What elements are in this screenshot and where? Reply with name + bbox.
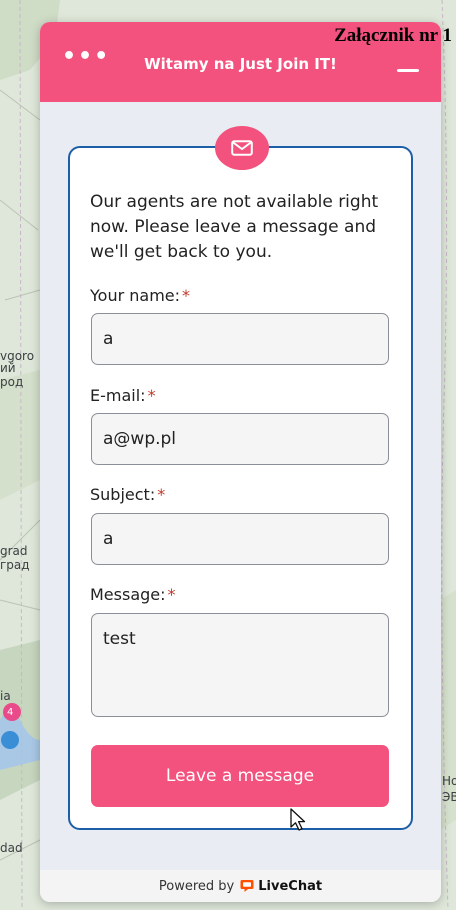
leave-message-button[interactable]: Leave a message xyxy=(91,745,389,807)
email-label-text: E-mail: xyxy=(90,386,146,405)
name-label-text: Your name: xyxy=(90,286,181,305)
subject-label-text: Subject: xyxy=(90,485,156,504)
minimize-icon[interactable] xyxy=(397,69,419,72)
map-label: ЭВ xyxy=(442,790,456,804)
required-mark: * xyxy=(147,386,156,405)
required-mark: * xyxy=(157,485,166,504)
required-mark: * xyxy=(167,585,176,604)
map-cluster-count: 4 xyxy=(7,707,14,718)
message-textarea[interactable]: test xyxy=(91,613,389,717)
map-label: dad xyxy=(0,841,23,855)
powered-by-text: Powered by xyxy=(158,878,235,894)
map-label: род xyxy=(0,375,24,389)
chat-widget: ••• Witamy na Just Join IT! Our agents a… xyxy=(40,22,441,902)
map-label: grad xyxy=(0,544,28,558)
livechat-brand: LiveChat xyxy=(258,878,323,894)
map-label: ia xyxy=(0,689,11,703)
subject-label: Subject: * xyxy=(90,485,165,504)
menu-icon[interactable]: ••• xyxy=(62,46,110,68)
annex-label: Załącznik nr 1 xyxy=(334,25,452,46)
map-label: ий xyxy=(0,361,16,375)
email-input[interactable] xyxy=(91,413,389,465)
powered-by-footer[interactable]: Powered by LiveChat xyxy=(40,870,441,902)
subject-input[interactable] xyxy=(91,513,389,565)
livechat-logo-icon xyxy=(240,880,254,892)
email-label: E-mail: * xyxy=(90,386,156,405)
message-label-text: Message: xyxy=(90,585,166,604)
map-label: град xyxy=(0,558,30,572)
map-label: Но xyxy=(442,774,456,788)
envelope-icon xyxy=(215,126,269,170)
mouse-cursor-icon xyxy=(290,808,306,831)
name-label: Your name: * xyxy=(90,286,190,305)
message-label: Message: * xyxy=(90,585,176,604)
name-input[interactable] xyxy=(91,313,389,365)
offline-message-form: Our agents are not available right now. … xyxy=(68,126,413,830)
offline-intro-text: Our agents are not available right now. … xyxy=(90,192,379,262)
chat-title: Witamy na Just Join IT! xyxy=(144,54,337,73)
required-mark: * xyxy=(182,286,191,305)
